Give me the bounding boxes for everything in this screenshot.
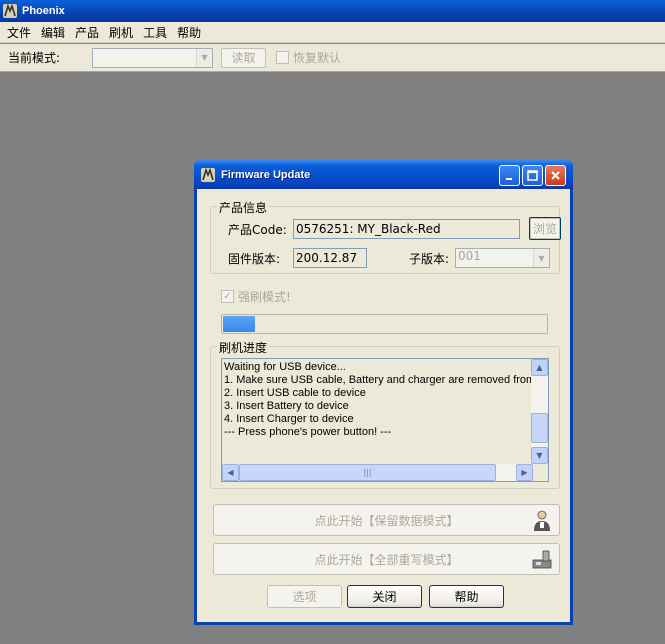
firmware-update-dialog: Firmware Update 产品信息 产品Code: 0576251: MY… [194,160,573,625]
progress-fill [223,316,256,332]
mode-select[interactable]: ▼ [92,47,214,68]
product-info-title: 产品信息 [217,199,270,216]
force-mode-checkbox[interactable]: ✓ 强刷模式! [221,288,291,305]
app-titlebar: Phoenix [0,0,665,22]
start-full-rewrite-label: 点此开始【全部重写模式】 [314,552,459,567]
horizontal-scroll-thumb[interactable]: ||| [239,464,496,481]
close-button[interactable]: 关闭 [347,585,422,608]
product-code-field[interactable]: 0576251: MY_Black-Red [293,219,520,239]
restore-default-checkbox[interactable]: 恢复默认 [276,49,341,66]
app-title: Phoenix [22,5,65,17]
restore-default-label: 恢复默认 [293,51,342,65]
phoenix-app-icon [3,3,17,18]
dialog-titlebar[interactable]: Firmware Update [194,160,573,189]
log-line: 1. Make sure USB cable, Battery and char… [224,374,532,386]
flash-log-textarea[interactable]: Waiting for USB device... 1. Make sure U… [221,358,549,482]
maximize-button[interactable] [522,165,543,186]
menubar: 文件 编辑 产品 刷机 工具 帮助 [0,22,665,43]
close-window-button[interactable] [545,165,566,186]
menu-help[interactable]: 帮助 [172,24,206,41]
firmware-version-field[interactable]: 200.12.87 [293,248,367,268]
checkbox-box[interactable] [276,51,290,64]
read-button[interactable]: 读取 [221,47,267,68]
log-line: 4. Insert Charger to device [224,413,354,425]
scroll-right-icon[interactable]: ▶ [516,464,533,481]
menu-file[interactable]: 文件 [2,24,36,41]
current-mode-label: 当前模式: [8,51,61,65]
dialog-title: Firmware Update [221,168,311,181]
minimize-icon [505,177,512,180]
product-code-label: 产品Code: [228,223,287,237]
person-icon [534,510,550,531]
minimize-button[interactable] [499,165,520,186]
start-keep-data-label: 点此开始【保留数据模式】 [314,513,459,528]
sub-version-select[interactable]: 001 ▼ [455,248,550,268]
flash-progress-bar [221,314,548,334]
log-line: Waiting for USB device... [224,361,346,373]
usb-device-icon [532,550,552,569]
firmware-version-label: 固件版本: [228,252,281,266]
phoenix-app-icon [201,167,215,182]
toolbar: 当前模式: ▼ 读取 恢复默认 [0,44,665,72]
help-button[interactable]: 帮助 [429,585,504,608]
start-full-rewrite-button[interactable]: 点此开始【全部重写模式】 [213,543,560,575]
menu-product[interactable]: 产品 [70,24,104,41]
options-button[interactable]: 选项 [267,585,342,608]
log-lines: Waiting for USB device... 1. Make sure U… [224,361,532,463]
close-icon [551,171,560,180]
force-mode-label: 强刷模式! [238,290,291,304]
maximize-icon [527,170,538,181]
dropdown-arrow-icon[interactable]: ▼ [533,249,549,267]
vertical-scrollbar[interactable]: ▲ ▼ [531,359,548,464]
log-line: --- Press phone's power button! --- [224,426,392,438]
vertical-scroll-thumb[interactable] [531,413,548,443]
scroll-left-icon[interactable]: ◀ [222,464,239,481]
sub-version-label: 子版本: [409,252,450,266]
horizontal-scrollbar[interactable]: ◀ ||| ▶ [222,464,533,481]
log-line: 3. Insert Battery to device [224,400,349,412]
menu-tools[interactable]: 工具 [138,24,172,41]
log-line: 2. Insert USB cable to device [224,387,366,399]
browse-button[interactable]: 浏览 [529,217,561,240]
dropdown-arrow-icon[interactable]: ▼ [196,48,213,67]
scroll-down-icon[interactable]: ▼ [531,447,548,464]
flash-log-title: 刷机进度 [217,339,270,356]
menu-edit[interactable]: 编辑 [36,24,70,41]
start-keep-data-button[interactable]: 点此开始【保留数据模式】 [213,504,560,536]
sub-version-value: 001 [458,249,481,263]
checkmark-icon[interactable]: ✓ [221,290,234,303]
menu-flash[interactable]: 刷机 [104,24,138,41]
scroll-up-icon[interactable]: ▲ [531,359,548,376]
